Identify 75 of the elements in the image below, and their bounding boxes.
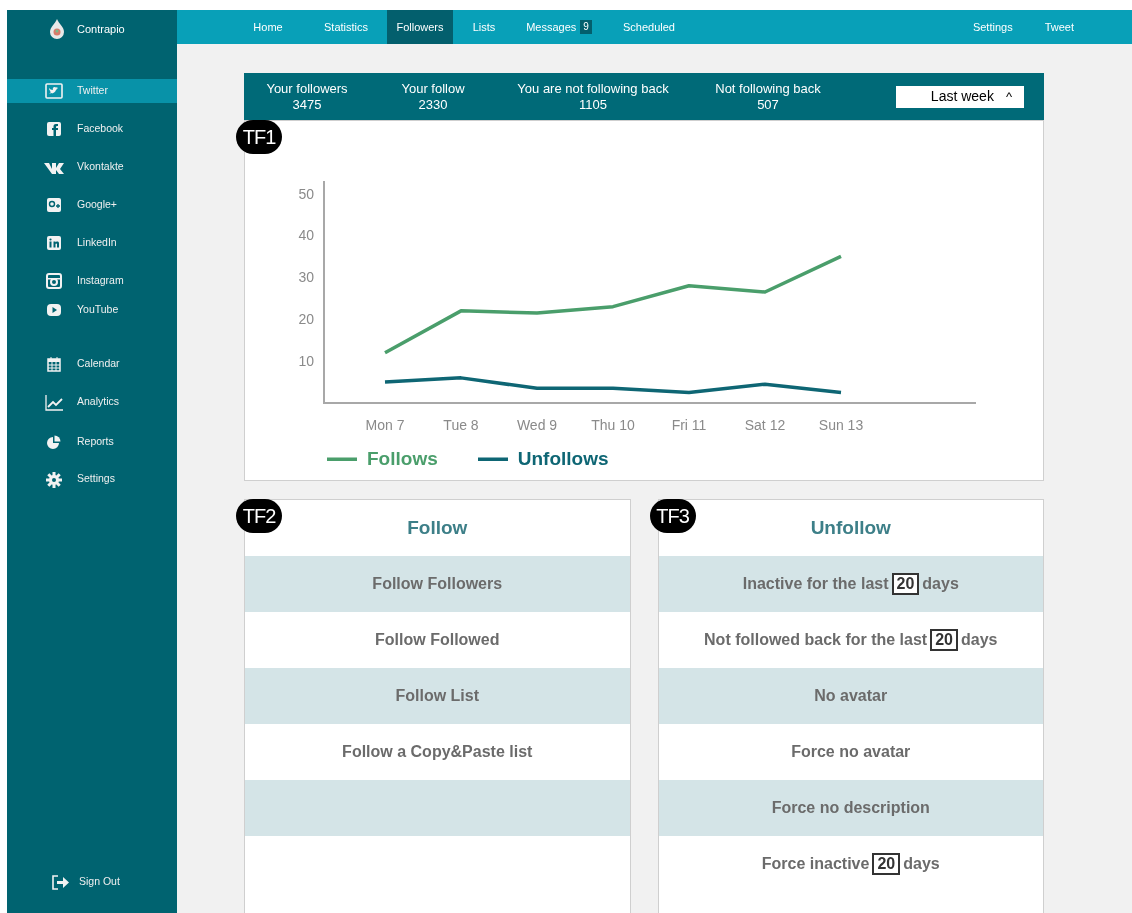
pie-chart-icon bbox=[44, 433, 63, 451]
axis-tick-label: Mon 7 bbox=[365, 417, 405, 433]
axis-tick-label: Fri 11 bbox=[671, 417, 707, 433]
panel-title: Unfollow bbox=[810, 515, 891, 540]
legend-label: Unfollows bbox=[517, 447, 609, 471]
nav-tab[interactable]: Messages 9 bbox=[515, 10, 603, 44]
option-label[interactable]: Force no description bbox=[771, 796, 930, 820]
option-label: days bbox=[961, 630, 998, 650]
sidebar-item[interactable]: Settings bbox=[7, 467, 177, 491]
panel-title: Follow bbox=[407, 515, 468, 540]
callout-marker: TF1 bbox=[236, 120, 282, 154]
axis-tick-label: Wed 9 bbox=[516, 417, 558, 433]
count-badge: 9 bbox=[580, 20, 592, 34]
axis-tick-label: 30 bbox=[298, 269, 314, 286]
axis-tick-label: 40 bbox=[298, 227, 314, 244]
legend-swatch bbox=[477, 456, 508, 463]
callout-marker: TF3 bbox=[649, 499, 696, 533]
stat-label: Not following back bbox=[715, 80, 821, 97]
gear-icon bbox=[44, 470, 63, 488]
line-chart-icon bbox=[44, 393, 63, 411]
axis-tick-label: 20 bbox=[298, 311, 314, 328]
axis-tick-label: Sat 12 bbox=[744, 417, 786, 433]
stat-value: 2330 bbox=[418, 96, 448, 113]
option-label[interactable]: No avatar bbox=[814, 684, 888, 708]
sidebar-item[interactable]: Facebook bbox=[7, 117, 177, 141]
axis-tick-label: Sun 13 bbox=[818, 417, 864, 433]
google-plus-icon bbox=[44, 196, 63, 214]
number-field[interactable]: 20 bbox=[930, 629, 958, 651]
number-field[interactable]: 20 bbox=[891, 573, 920, 595]
brand-name: Contrapio bbox=[77, 21, 125, 37]
calendar-icon bbox=[44, 355, 63, 373]
bird-icon bbox=[44, 82, 63, 100]
sidebar-item[interactable]: Google+ bbox=[7, 193, 177, 217]
option-label[interactable]: Follow a Copy&Paste list bbox=[342, 740, 533, 764]
callout-marker: TF2 bbox=[236, 499, 282, 533]
sidebar-item[interactable]: Reports bbox=[7, 430, 177, 454]
sidebar-item[interactable]: Analytics bbox=[7, 390, 177, 414]
exit-icon bbox=[51, 873, 71, 891]
number-field[interactable]: 20 bbox=[872, 853, 901, 875]
stat-value: 3475 bbox=[292, 96, 322, 113]
sidebar-item[interactable]: LinkedIn bbox=[7, 231, 177, 255]
option-label: Inactive for the last bbox=[742, 574, 889, 594]
linkedin-icon bbox=[44, 234, 63, 252]
play-icon bbox=[44, 301, 63, 319]
option-label: days bbox=[903, 854, 940, 874]
sidebar-item[interactable]: Calendar bbox=[7, 352, 177, 376]
option-label: days bbox=[922, 574, 959, 594]
option-label[interactable]: Follow Followers bbox=[372, 572, 503, 596]
period-dropdown[interactable]: Last week ^ bbox=[896, 85, 1024, 108]
stat-value: 1105 bbox=[579, 96, 607, 113]
axis-tick-label: Thu 10 bbox=[591, 417, 635, 433]
facebook-icon bbox=[44, 120, 63, 138]
nav-tab[interactable]: Followers bbox=[387, 10, 453, 44]
axis-tick-label: 50 bbox=[298, 185, 314, 202]
sidebar-item[interactable]: Instagram bbox=[7, 269, 177, 293]
sidebar-item[interactable]: Vkontakte bbox=[7, 155, 177, 179]
sign-out-button[interactable]: Sign Out bbox=[7, 870, 177, 894]
caret-icon: ^ bbox=[1005, 86, 1012, 107]
option-label[interactable]: Follow Followed bbox=[375, 628, 500, 652]
stat-label: Your followers bbox=[266, 80, 348, 97]
sidebar-item[interactable]: Twitter bbox=[7, 79, 177, 103]
stat-label: Your follow bbox=[401, 80, 465, 97]
option-label[interactable]: Follow List bbox=[395, 684, 479, 708]
stat-value: 507 bbox=[757, 96, 779, 113]
sidebar-item[interactable]: YouTube bbox=[7, 298, 177, 322]
axis-tick-label: 10 bbox=[298, 353, 314, 370]
camera-icon bbox=[44, 272, 63, 290]
logo-icon bbox=[49, 19, 65, 39]
axis-tick-label: Tue 8 bbox=[443, 417, 479, 433]
option-label: Not followed back for the last bbox=[704, 630, 928, 650]
stat-label: You are not following back bbox=[517, 80, 669, 97]
legend-label: Follows bbox=[367, 447, 438, 471]
option-label[interactable]: Force no avatar bbox=[791, 740, 911, 764]
legend-swatch bbox=[327, 456, 357, 463]
option-label: Force inactive bbox=[761, 854, 870, 874]
